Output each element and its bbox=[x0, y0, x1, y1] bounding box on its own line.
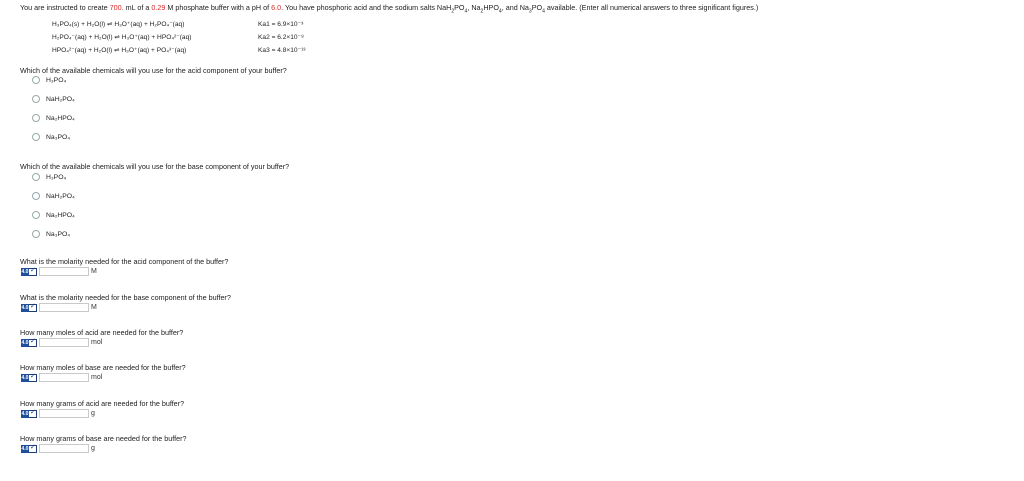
intro-part: mL of a bbox=[123, 3, 152, 12]
option-label: Na₃PO₄ bbox=[46, 133, 71, 141]
unit-label: M bbox=[91, 268, 97, 275]
radio-icon[interactable] bbox=[32, 76, 40, 84]
acid-moles-input[interactable] bbox=[39, 338, 89, 347]
base-moles-input[interactable] bbox=[39, 373, 89, 382]
base-molarity-question: What is the molarity needed for the base… bbox=[20, 293, 231, 302]
option-label: H₃PO₄ bbox=[46, 76, 67, 84]
acid-molarity-question: What is the molarity needed for the acid… bbox=[20, 257, 229, 266]
checkmark-icon: ✓ bbox=[30, 444, 36, 451]
attempts-badge: 4.0 ✓ bbox=[21, 444, 38, 453]
base-molarity-input[interactable] bbox=[39, 303, 89, 312]
badge-number: 4.0 bbox=[21, 339, 29, 347]
attempts-badge: 4.0 ✓ bbox=[21, 338, 38, 347]
radio-icon[interactable] bbox=[32, 133, 40, 141]
acid-option-na3po4[interactable]: Na₃PO₄ bbox=[32, 133, 70, 141]
unit-label: g bbox=[91, 445, 95, 452]
acid-moles-question: How many moles of acid are needed for th… bbox=[20, 328, 184, 337]
attempts-badge: 4.0 ✓ bbox=[21, 303, 38, 312]
ka1-value: Ka1 = 6.9×10⁻³ bbox=[258, 21, 304, 28]
ka3-value: Ka3 = 4.8×10⁻¹³ bbox=[258, 47, 306, 54]
equation-1: H₃PO₄(s) + H₂O(l) ⇌ H₃O⁺(aq) + H₂PO₄⁻(aq… bbox=[52, 21, 185, 28]
intro-part: You are instructed to create bbox=[20, 3, 110, 12]
base-option-h3po4[interactable]: H₃PO₄ bbox=[32, 173, 66, 181]
option-label: Na₂HPO₄ bbox=[46, 114, 75, 122]
volume-value: 700. bbox=[109, 3, 124, 12]
base-option-nah2po4[interactable]: NaH₂PO₄ bbox=[32, 192, 75, 200]
checkmark-icon: ✓ bbox=[30, 409, 36, 416]
option-label: NaH₂PO₄ bbox=[46, 95, 75, 103]
acid-molarity-input[interactable] bbox=[39, 267, 89, 276]
checkmark-icon: ✓ bbox=[30, 303, 36, 310]
acid-option-h3po4[interactable]: H₃PO₄ bbox=[32, 76, 66, 84]
base-option-na3po4[interactable]: Na₃PO₄ bbox=[32, 230, 70, 238]
badge-number: 4.0 bbox=[21, 445, 29, 453]
option-label: Na₂HPO₄ bbox=[46, 211, 75, 219]
intro-part: PO bbox=[531, 3, 543, 12]
option-label: NaH₂PO₄ bbox=[46, 192, 75, 200]
badge-number: 4.0 bbox=[21, 410, 29, 418]
intro-part: PO bbox=[454, 3, 465, 12]
equation-2: H₂PO₄⁻(aq) + H₂O(l) ⇌ H₃O⁺(aq) + HPO₄²⁻(… bbox=[52, 34, 192, 41]
option-label: H₃PO₄ bbox=[46, 173, 67, 181]
badge-number: 4.0 bbox=[21, 268, 29, 276]
unit-label: g bbox=[91, 410, 95, 417]
ka2-value: Ka2 = 6.2×10⁻⁸ bbox=[258, 34, 304, 41]
checkmark-icon: ✓ bbox=[30, 267, 36, 274]
badge-number: 4.0 bbox=[21, 374, 29, 382]
base-moles-question: How many moles of base are needed for th… bbox=[20, 363, 186, 372]
unit-label: mol bbox=[91, 374, 103, 381]
radio-icon[interactable] bbox=[32, 173, 40, 181]
acid-grams-input[interactable] bbox=[39, 409, 89, 418]
intro-part: HPO bbox=[483, 3, 499, 12]
base-option-na2hpo4[interactable]: Na₂HPO₄ bbox=[32, 211, 75, 219]
intro-part: . You have phosphoric acid and the sodiu… bbox=[281, 3, 452, 12]
intro-part: , Na bbox=[467, 3, 481, 12]
base-component-question: Which of the available chemicals will yo… bbox=[20, 162, 290, 171]
checkmark-icon: ✓ bbox=[30, 373, 36, 380]
unit-label: M bbox=[91, 304, 97, 311]
attempts-badge: 4.0 ✓ bbox=[21, 409, 38, 418]
radio-icon[interactable] bbox=[32, 192, 40, 200]
radio-icon[interactable] bbox=[32, 114, 40, 122]
radio-icon[interactable] bbox=[32, 211, 40, 219]
intro-part: M phosphate buffer with a pH of bbox=[165, 3, 272, 12]
base-grams-question: How many grams of base are needed for th… bbox=[20, 434, 187, 443]
radio-icon[interactable] bbox=[32, 95, 40, 103]
base-grams-input[interactable] bbox=[39, 444, 89, 453]
attempts-badge: 4.0 ✓ bbox=[21, 267, 38, 276]
acid-option-na2hpo4[interactable]: Na₂HPO₄ bbox=[32, 114, 75, 122]
acid-option-nah2po4[interactable]: NaH₂PO₄ bbox=[32, 95, 75, 103]
unit-label: mol bbox=[91, 339, 103, 346]
equation-3: HPO₄²⁻(aq) + H₂O(l) ⇌ H₃O⁺(aq) + PO₄³⁻(a… bbox=[52, 47, 187, 54]
attempts-badge: 4.0 ✓ bbox=[21, 373, 38, 382]
molarity-value: 0.29 bbox=[151, 3, 166, 12]
acid-grams-question: How many grams of acid are needed for th… bbox=[20, 399, 185, 408]
intro-part: available. (Enter all numerical answers … bbox=[544, 3, 759, 12]
ph-value: 6.0 bbox=[271, 3, 282, 12]
radio-icon[interactable] bbox=[32, 230, 40, 238]
intro-part: , and Na bbox=[501, 3, 529, 12]
badge-number: 4.0 bbox=[21, 304, 29, 312]
acid-component-question: Which of the available chemicals will yo… bbox=[20, 66, 287, 75]
checkmark-icon: ✓ bbox=[30, 338, 36, 345]
option-label: Na₃PO₄ bbox=[46, 230, 71, 238]
instructions-text: You are instructed to create 700. mL of … bbox=[20, 3, 759, 15]
